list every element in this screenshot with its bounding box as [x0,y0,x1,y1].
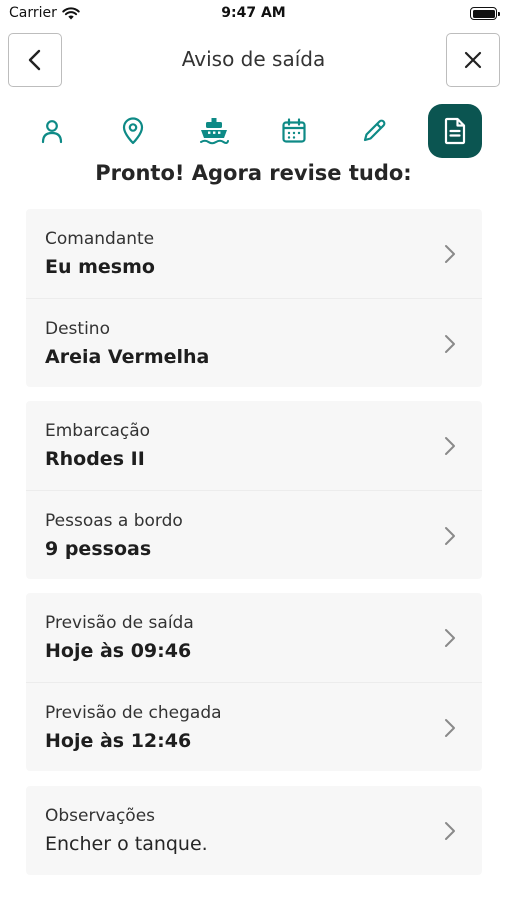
battery-icon [470,7,500,20]
row-departure-forecast[interactable]: Previsão de saída Hoje às 09:46 [26,593,482,682]
row-destination[interactable]: Destino Areia Vermelha [26,298,482,387]
summary-card-vessel-people: Embarcação Rhodes II Pessoas a bordo 9 p… [26,401,482,579]
row-label: Observações [45,806,156,826]
row-commander[interactable]: Comandante Eu mesmo [26,209,482,298]
chevron-right-icon [445,527,455,545]
summary-card-schedule: Previsão de saída Hoje às 09:46 Previsão… [26,593,482,771]
row-value: Eu mesmo [45,256,155,278]
step-person[interactable] [25,104,79,158]
row-label: Previsão de chegada [45,703,222,723]
row-arrival-forecast[interactable]: Previsão de chegada Hoje às 12:46 [26,682,482,771]
step-destination[interactable] [106,104,160,158]
step-schedule[interactable] [267,104,321,158]
row-label: Comandante [45,229,155,249]
chevron-right-icon [445,822,455,840]
row-label: Embarcação [45,421,151,441]
row-value: Hoje às 09:46 [45,640,192,662]
step-notes[interactable] [347,104,401,158]
person-icon [41,120,63,144]
row-value: Encher o tanque. [45,833,208,855]
chevron-right-icon [445,629,455,647]
chevron-right-icon [445,335,455,353]
document-icon [444,117,466,145]
close-button[interactable] [446,33,500,87]
row-value: 9 pessoas [45,538,152,560]
chevron-right-icon [445,437,455,455]
boat-icon [200,118,229,145]
status-bar: Carrier 9:47 AM [0,0,507,28]
row-vessel[interactable]: Embarcação Rhodes II [26,401,482,490]
chevron-right-icon [445,245,455,263]
row-people-on-board[interactable]: Pessoas a bordo 9 pessoas [26,490,482,579]
summary-card-captain-destination: Comandante Eu mesmo Destino Areia Vermel… [26,209,482,387]
status-time: 9:47 AM [221,5,286,21]
calendar-icon [282,118,306,143]
row-value: Areia Vermelha [45,346,210,368]
review-heading: Pronto! Agora revise tudo: [95,161,412,185]
chevron-right-icon [445,719,455,737]
location-pin-icon [122,117,144,145]
row-label: Previsão de saída [45,613,194,633]
summary-card-notes: Observações Encher o tanque. [26,786,482,875]
row-value: Hoje às 12:46 [45,730,192,752]
row-observations[interactable]: Observações Encher o tanque. [26,786,482,875]
row-value: Rhodes II [45,448,145,470]
pencil-icon [363,119,386,142]
row-label: Pessoas a bordo [45,511,183,531]
close-icon [464,51,482,69]
step-boat[interactable] [187,104,241,158]
step-indicator [0,104,507,158]
step-review[interactable] [428,104,482,158]
page-title: Aviso de saída [181,47,326,71]
row-label: Destino [45,319,110,339]
